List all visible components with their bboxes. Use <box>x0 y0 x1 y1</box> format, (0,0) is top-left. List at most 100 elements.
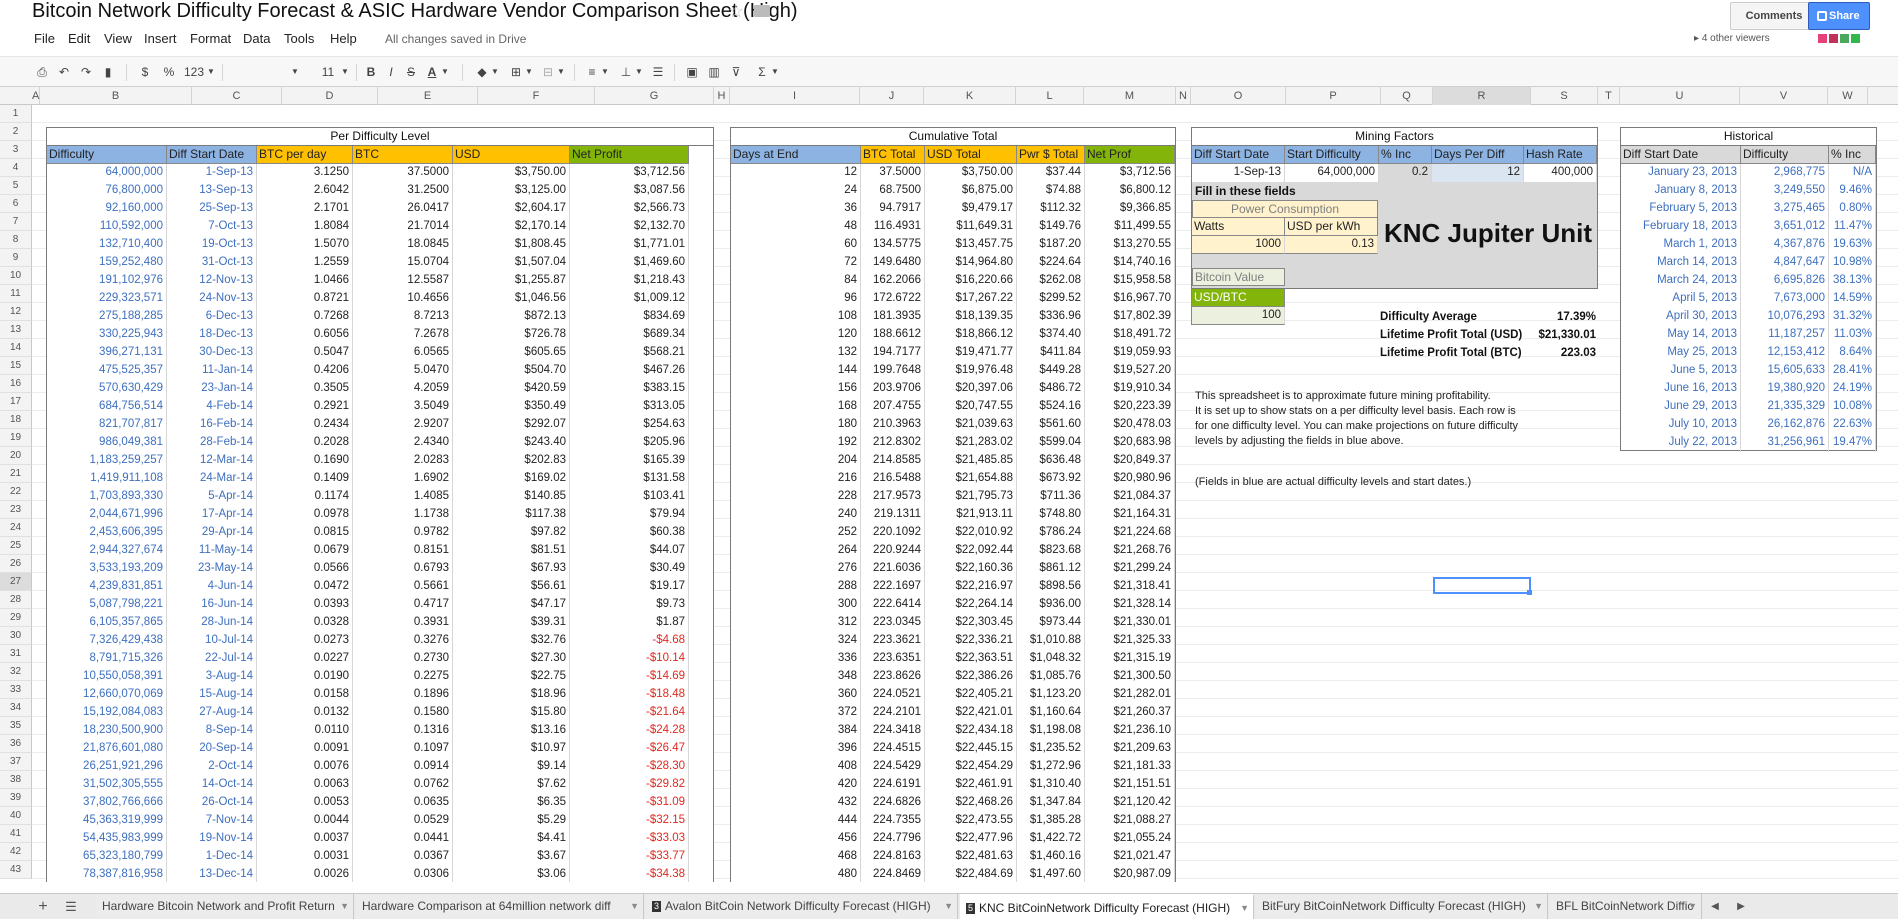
cumulative-cell[interactable]: $561.60 <box>1017 416 1085 434</box>
chevron-down-icon[interactable]: ▼ <box>944 894 953 919</box>
per-difficulty-cell[interactable]: 13-Sep-13 <box>167 182 257 200</box>
historical-cell[interactable]: 14.59% <box>1829 290 1876 308</box>
per-difficulty-cell[interactable]: 0.2730 <box>353 650 453 668</box>
per-difficulty-cell[interactable]: 65,323,180,799 <box>47 848 167 866</box>
historical-cell[interactable]: July 10, 2013 <box>1621 416 1741 434</box>
per-difficulty-cell[interactable]: $834.69 <box>570 308 689 326</box>
per-difficulty-cell[interactable]: $1,771.01 <box>570 236 689 254</box>
viewer-avatar[interactable] <box>1840 34 1849 43</box>
per-difficulty-cell[interactable]: 3,533,193,209 <box>47 560 167 578</box>
historical-cell[interactable]: February 5, 2013 <box>1621 200 1741 218</box>
cumulative-cell[interactable]: $18,491.72 <box>1085 326 1175 344</box>
per-difficulty-cell[interactable]: 16-Feb-14 <box>167 416 257 434</box>
per-difficulty-cell[interactable]: -$18.48 <box>570 686 689 704</box>
cumulative-cell[interactable]: 264 <box>731 542 861 560</box>
per-difficulty-cell[interactable]: 8,791,715,326 <box>47 650 167 668</box>
cumulative-cell[interactable]: $18,866.12 <box>925 326 1017 344</box>
historical-cell[interactable]: 10.98% <box>1829 254 1876 272</box>
per-difficulty-cell[interactable]: 0.0635 <box>353 794 453 812</box>
spreadsheet-grid[interactable]: ABCDEFGHIJKLMNOPQRSTUVW 1 2 3 4 5 6 7 8 9 10 11 12 1… <box>0 87 1898 882</box>
row-header[interactable]: 31 <box>0 645 32 663</box>
cumulative-cell[interactable]: $22,264.14 <box>925 596 1017 614</box>
per-difficulty-cell[interactable]: $47.17 <box>453 596 570 614</box>
per-difficulty-cell[interactable]: 0.0091 <box>257 740 353 758</box>
per-difficulty-cell[interactable]: $504.70 <box>453 362 570 380</box>
per-difficulty-cell[interactable]: 275,188,285 <box>47 308 167 326</box>
cumulative-cell[interactable]: $20,683.98 <box>1085 434 1175 452</box>
per-difficulty-cell[interactable]: 0.3931 <box>353 614 453 632</box>
row-header[interactable]: 34 <box>0 699 32 717</box>
per-difficulty-cell[interactable]: 0.0472 <box>257 578 353 596</box>
per-difficulty-cell[interactable]: $56.61 <box>453 578 570 596</box>
cumulative-cell[interactable]: $15,958.58 <box>1085 272 1175 290</box>
cumulative-cell[interactable]: $22,386.26 <box>925 668 1017 686</box>
per-difficulty-cell[interactable]: $872.13 <box>453 308 570 326</box>
per-difficulty-cell[interactable]: $3,125.00 <box>453 182 570 200</box>
per-difficulty-cell[interactable]: $60.38 <box>570 524 689 542</box>
per-difficulty-cell[interactable]: $243.40 <box>453 434 570 452</box>
historical-cell[interactable]: April 30, 2013 <box>1621 308 1741 326</box>
per-difficulty-cell[interactable]: 0.1097 <box>353 740 453 758</box>
per-difficulty-cell[interactable]: 1,703,893,330 <box>47 488 167 506</box>
per-difficulty-cell[interactable]: 1,183,259,257 <box>47 452 167 470</box>
per-difficulty-cell[interactable]: 0.0063 <box>257 776 353 794</box>
per-difficulty-cell[interactable]: 64,000,000 <box>47 164 167 182</box>
font-family-dropdown[interactable]: ▼ <box>290 63 300 81</box>
cumulative-cell[interactable]: $21,224.68 <box>1085 524 1175 542</box>
cumulative-cell[interactable]: $22,434.18 <box>925 722 1017 740</box>
chevron-down-icon[interactable]: ▼ <box>1534 894 1543 919</box>
per-difficulty-cell[interactable]: $1.87 <box>570 614 689 632</box>
per-difficulty-cell[interactable]: $3,087.56 <box>570 182 689 200</box>
historical-cell[interactable]: 3,275,465 <box>1741 200 1829 218</box>
cumulative-cell[interactable]: $1,310.40 <box>1017 776 1085 794</box>
cumulative-cell[interactable]: 221.6036 <box>861 560 925 578</box>
sheet-tab[interactable]: BitFury BitCoinNetwork Difficulty Foreca… <box>1256 894 1548 919</box>
row-header[interactable]: 32 <box>0 663 32 681</box>
viewers-indicator[interactable]: ▸ 4 other viewers <box>1694 33 1770 44</box>
per-difficulty-cell[interactable]: $689.34 <box>570 326 689 344</box>
cumulative-cell[interactable]: 324 <box>731 632 861 650</box>
historical-cell[interactable]: 11.03% <box>1829 326 1876 344</box>
usd-btc-input[interactable]: 100 <box>1191 307 1285 325</box>
column-header[interactable]: G <box>595 87 714 105</box>
cumulative-cell[interactable]: 132 <box>731 344 861 362</box>
cumulative-cell[interactable]: $1,422.72 <box>1017 830 1085 848</box>
column-header[interactable]: B <box>40 87 192 105</box>
cumulative-cell[interactable]: $21,654.88 <box>925 470 1017 488</box>
chevron-down-icon[interactable]: ▼ <box>490 63 500 81</box>
cumulative-cell[interactable]: 432 <box>731 794 861 812</box>
cumulative-cell[interactable]: $486.72 <box>1017 380 1085 398</box>
italic-icon[interactable]: I <box>384 63 398 81</box>
per-difficulty-cell[interactable]: 0.4206 <box>257 362 353 380</box>
cumulative-cell[interactable]: $9,479.17 <box>925 200 1017 218</box>
cumulative-cell[interactable]: 222.1697 <box>861 578 925 596</box>
cumulative-cell[interactable]: $20,223.39 <box>1085 398 1175 416</box>
per-difficulty-cell[interactable]: 37,802,766,666 <box>47 794 167 812</box>
cumulative-cell[interactable]: 120 <box>731 326 861 344</box>
sheet-tab[interactable]: BFL BitCoinNetwork Diffic ▼ <box>1550 894 1702 919</box>
per-difficulty-cell[interactable]: 7-Nov-14 <box>167 812 257 830</box>
vertical-align-icon[interactable]: ⊥ <box>618 63 634 81</box>
chevron-down-icon[interactable]: ▼ <box>440 63 450 81</box>
per-difficulty-cell[interactable]: 3.1250 <box>257 164 353 182</box>
cumulative-cell[interactable]: $21,325.33 <box>1085 632 1175 650</box>
historical-cell[interactable]: 10,076,293 <box>1741 308 1829 326</box>
row-header[interactable]: 20 <box>0 447 32 465</box>
cumulative-cell[interactable]: $21,181.33 <box>1085 758 1175 776</box>
column-header[interactable]: S <box>1531 87 1598 105</box>
menu-data[interactable]: Data <box>243 28 270 50</box>
row-header[interactable]: 10 <box>0 267 32 285</box>
per-difficulty-cell[interactable]: $202.83 <box>453 452 570 470</box>
print-icon[interactable]: ⎙ <box>34 63 50 81</box>
per-difficulty-cell[interactable]: 330,225,943 <box>47 326 167 344</box>
cumulative-cell[interactable]: 456 <box>731 830 861 848</box>
align-left-icon[interactable]: ≡ <box>584 63 600 81</box>
per-difficulty-cell[interactable]: 1.1738 <box>353 506 453 524</box>
folder-icon[interactable] <box>754 5 770 17</box>
cumulative-cell[interactable]: 372 <box>731 704 861 722</box>
add-sheet-icon[interactable]: + <box>32 894 54 919</box>
cumulative-cell[interactable]: $22,092.44 <box>925 542 1017 560</box>
per-difficulty-cell[interactable]: 0.0914 <box>353 758 453 776</box>
historical-cell[interactable]: May 14, 2013 <box>1621 326 1741 344</box>
percent-format-button[interactable]: % <box>162 63 176 81</box>
